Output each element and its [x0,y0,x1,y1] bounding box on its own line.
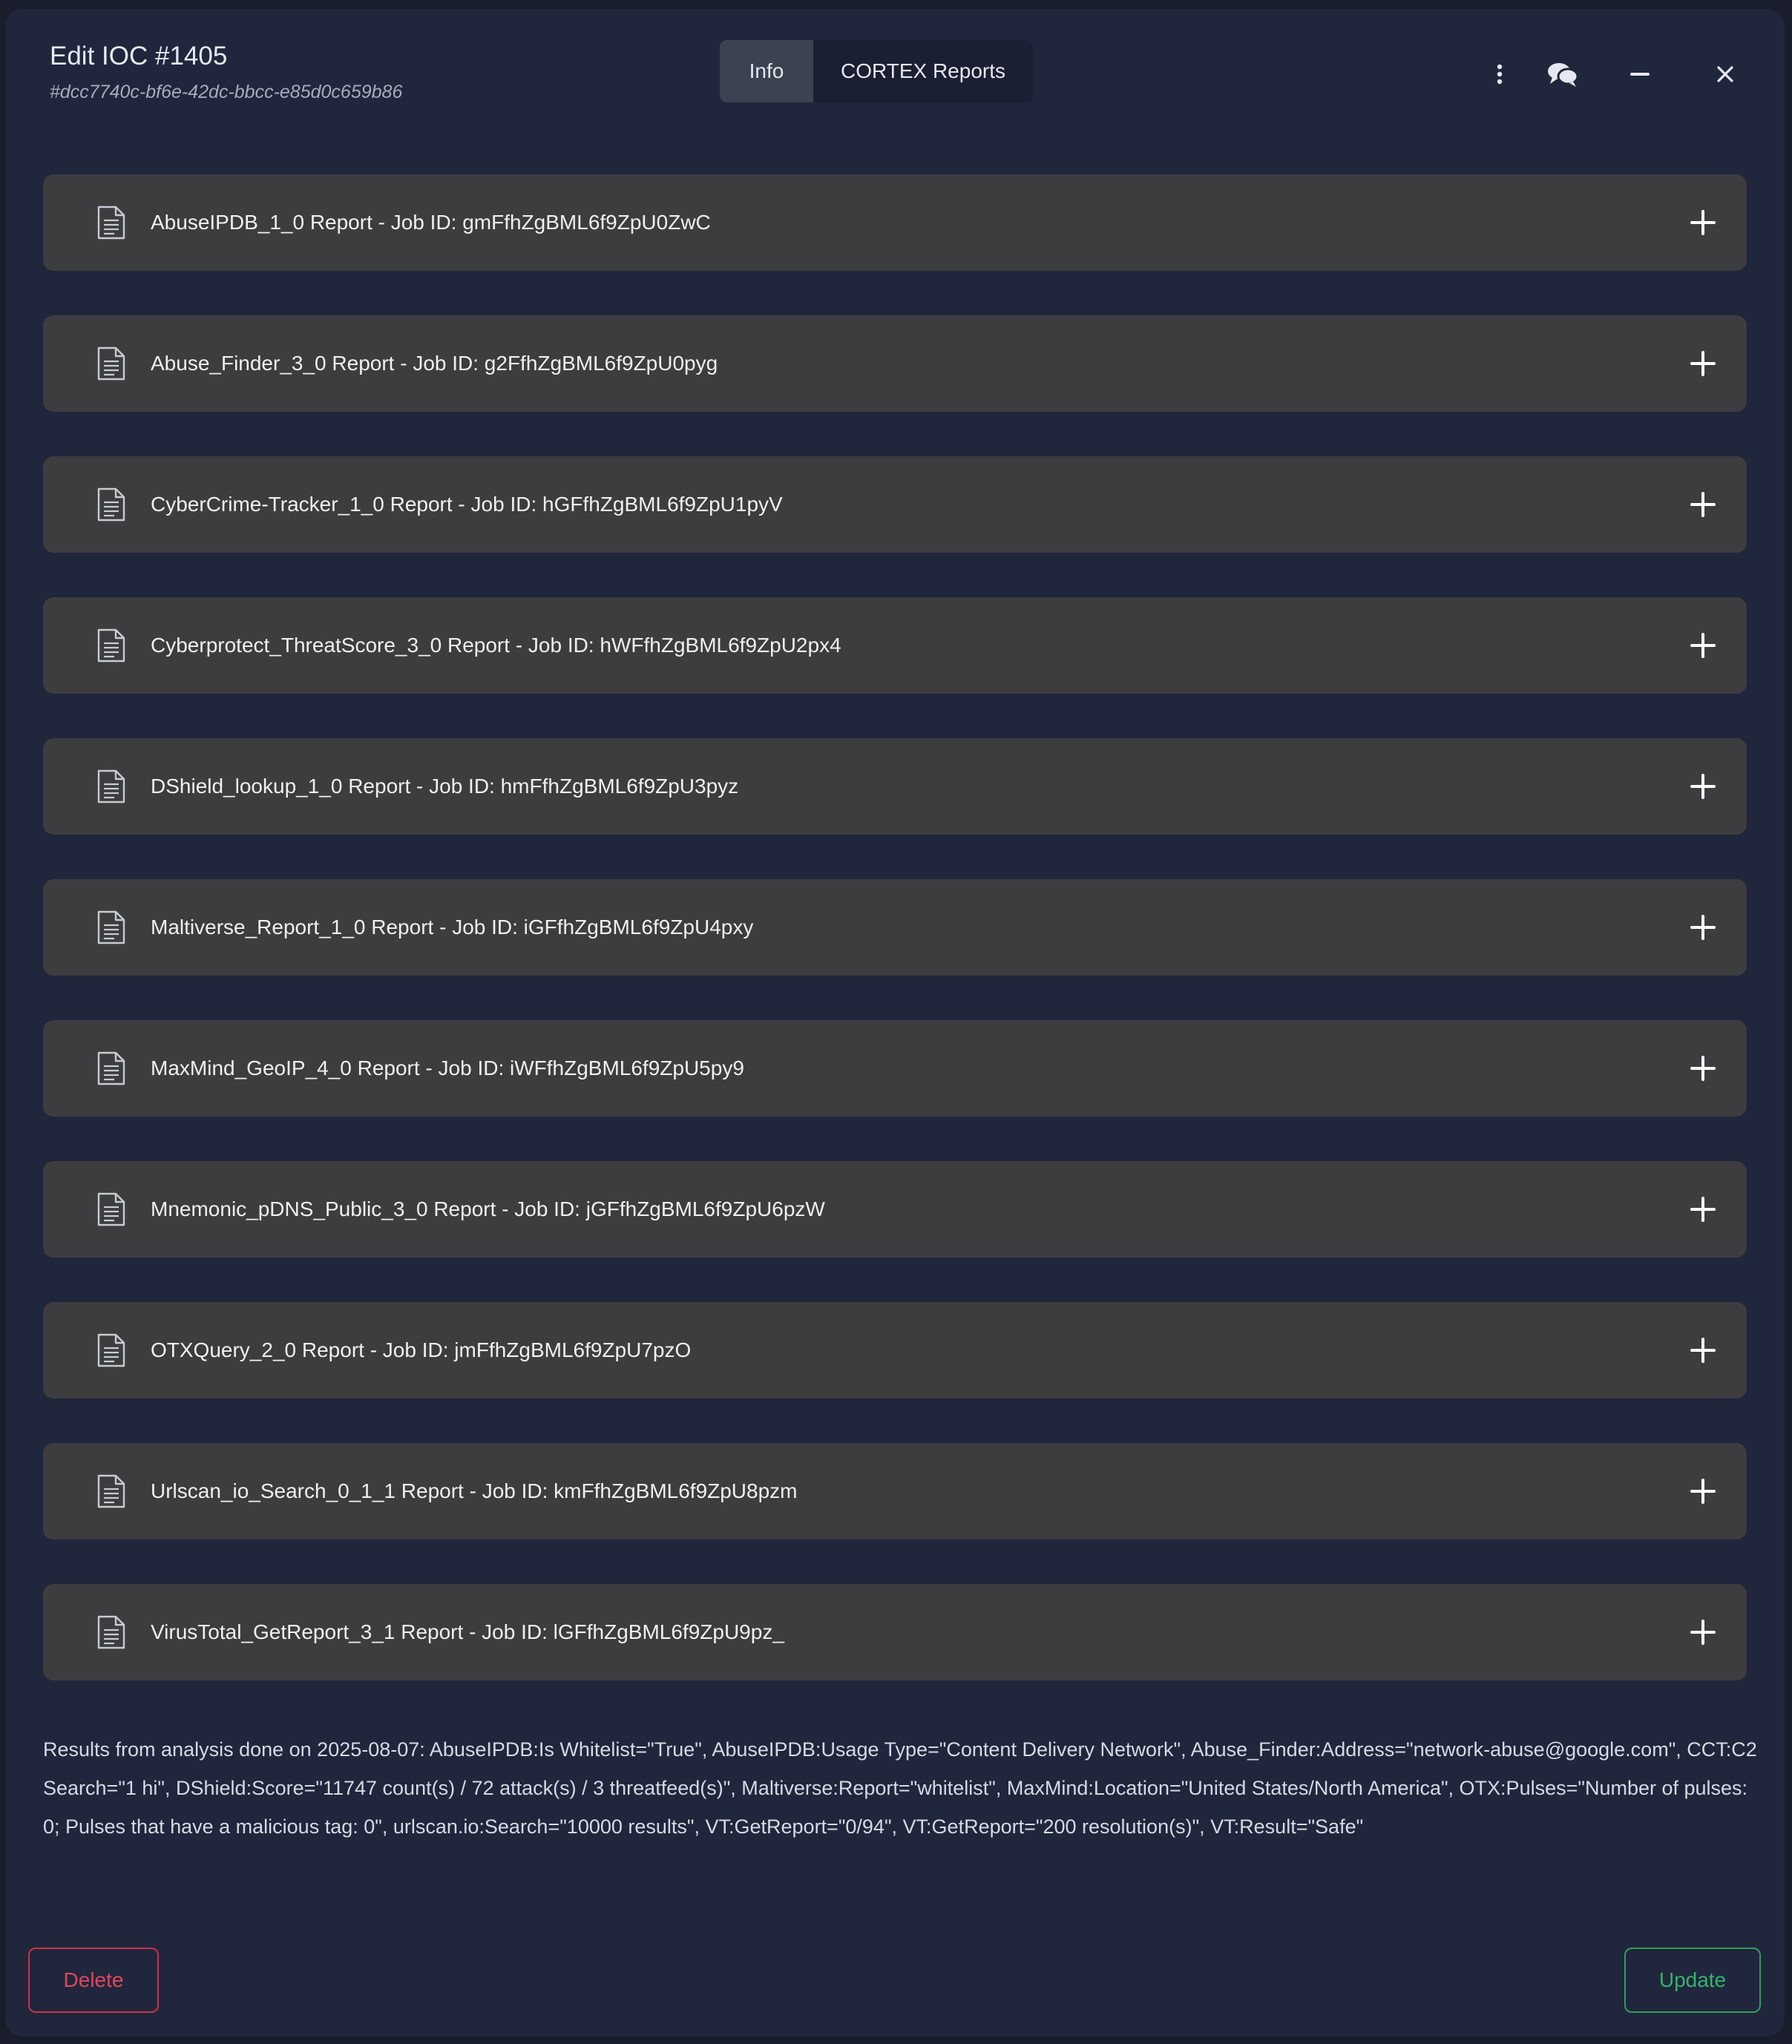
report-row[interactable]: MaxMind_GeoIP_4_0 Report - Job ID: iWFfh… [43,1020,1747,1117]
expand-plus-icon[interactable] [1689,1195,1717,1223]
document-icon [97,1051,125,1085]
document-icon [97,1615,125,1649]
document-icon [97,1333,125,1367]
comments-icon[interactable] [1545,56,1581,92]
delete-button[interactable]: Delete [28,1948,159,2013]
report-label: Cyberprotect_ThreatScore_3_0 Report - Jo… [151,634,841,657]
expand-plus-icon[interactable] [1689,772,1717,801]
cortex-report-list: AbuseIPDB_1_0 Report - Job ID: gmFfhZgBM… [43,174,1747,1725]
more-vertical-icon[interactable] [1482,56,1517,92]
modal-title: Edit IOC #1405 [50,42,228,70]
expand-plus-icon[interactable] [1689,1477,1717,1505]
expand-plus-icon[interactable] [1689,208,1717,237]
analysis-results-text: Results from analysis done on 2025-08-07… [43,1738,1757,1838]
close-icon[interactable] [1707,56,1743,92]
report-row[interactable]: AbuseIPDB_1_0 Report - Job ID: gmFfhZgBM… [43,174,1747,271]
modal-header: Edit IOC #1405 #dcc7740c-bf6e-42dc-bbcc-… [5,9,1785,142]
report-label: VirusTotal_GetReport_3_1 Report - Job ID… [151,1620,784,1643]
expand-plus-icon[interactable] [1689,490,1717,519]
document-icon [97,910,125,944]
report-row[interactable]: VirusTotal_GetReport_3_1 Report - Job ID… [43,1584,1747,1680]
report-label: Maltiverse_Report_1_0 Report - Job ID: i… [151,916,754,939]
report-row[interactable]: Mnemonic_pDNS_Public_3_0 Report - Job ID… [43,1161,1747,1258]
expand-plus-icon[interactable] [1689,1618,1717,1646]
expand-plus-icon[interactable] [1689,349,1717,378]
tab-bar: Info CORTEX Reports [720,40,1033,102]
expand-plus-icon[interactable] [1689,1336,1717,1364]
report-label: OTXQuery_2_0 Report - Job ID: jmFfhZgBML… [151,1338,692,1361]
document-icon [97,1192,125,1226]
document-icon [97,628,125,663]
report-row[interactable]: DShield_lookup_1_0 Report - Job ID: hmFf… [43,738,1747,835]
report-label: Urlscan_io_Search_0_1_1 Report - Job ID:… [151,1479,798,1502]
document-icon [97,1474,125,1508]
report-row[interactable]: OTXQuery_2_0 Report - Job ID: jmFfhZgBML… [43,1302,1747,1399]
document-icon [97,769,125,804]
update-button[interactable]: Update [1624,1948,1761,2013]
minimize-icon[interactable] [1622,56,1658,92]
report-label: CyberCrime-Tracker_1_0 Report - Job ID: … [151,493,783,516]
report-row[interactable]: Maltiverse_Report_1_0 Report - Job ID: i… [43,879,1747,976]
expand-plus-icon[interactable] [1689,631,1717,660]
report-row[interactable]: CyberCrime-Tracker_1_0 Report - Job ID: … [43,456,1747,553]
expand-plus-icon[interactable] [1689,1054,1717,1082]
expand-plus-icon[interactable] [1689,913,1717,942]
document-icon [97,346,125,381]
report-row[interactable]: Cyberprotect_ThreatScore_3_0 Report - Jo… [43,597,1747,694]
report-label: Mnemonic_pDNS_Public_3_0 Report - Job ID… [151,1197,825,1220]
document-icon [97,206,125,240]
tab-cortex-reports[interactable]: CORTEX Reports [813,40,1033,102]
report-label: MaxMind_GeoIP_4_0 Report - Job ID: iWFfh… [151,1056,744,1079]
ioc-uuid: #dcc7740c-bf6e-42dc-bbcc-e85d0c659b86 [50,82,403,102]
report-row[interactable]: Abuse_Finder_3_0 Report - Job ID: g2FfhZ… [43,315,1747,412]
tab-info[interactable]: Info [720,40,813,102]
report-row[interactable]: Urlscan_io_Search_0_1_1 Report - Job ID:… [43,1443,1747,1539]
report-label: DShield_lookup_1_0 Report - Job ID: hmFf… [151,775,739,798]
report-label: AbuseIPDB_1_0 Report - Job ID: gmFfhZgBM… [151,211,711,234]
report-label: Abuse_Finder_3_0 Report - Job ID: g2FfhZ… [151,352,718,375]
edit-ioc-modal: Edit IOC #1405 #dcc7740c-bf6e-42dc-bbcc-… [5,9,1785,2037]
document-icon [97,487,125,522]
